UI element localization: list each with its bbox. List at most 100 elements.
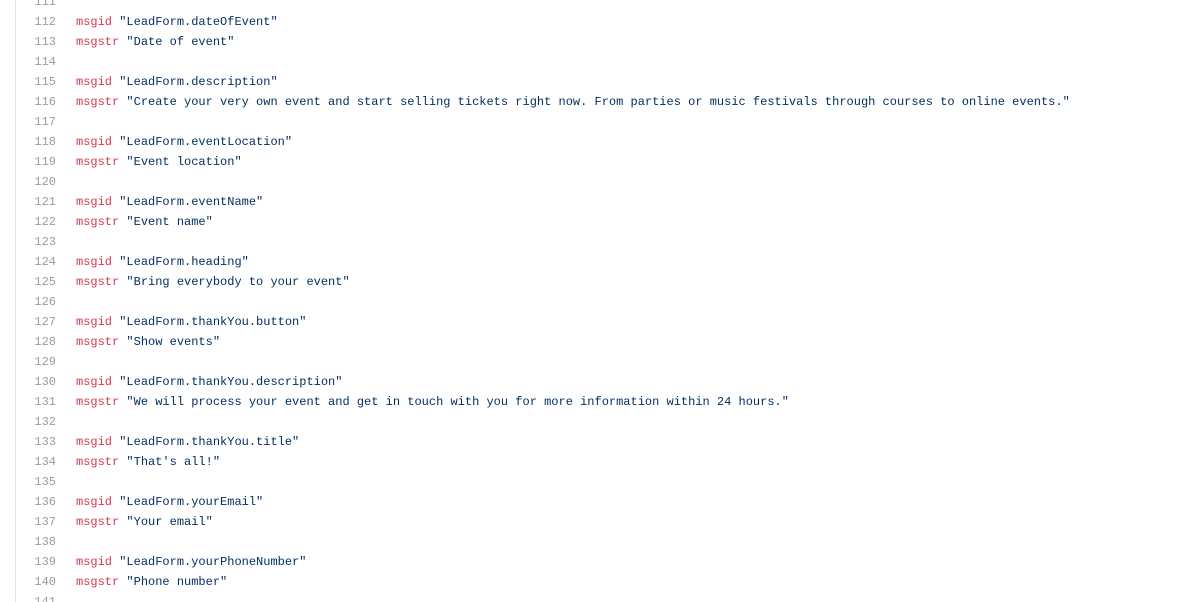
line-content: msgstr "That's all!"	[56, 452, 220, 472]
code-line: 123	[16, 232, 1199, 252]
code-line: 113 msgstr "Date of event"	[16, 32, 1199, 52]
po-string: "Event location"	[126, 155, 242, 169]
line-content: msgid "LeadForm.eventLocation"	[56, 132, 292, 152]
code-line: 121 msgid "LeadForm.eventName"	[16, 192, 1199, 212]
po-string: "LeadForm.description"	[119, 75, 278, 89]
line-number[interactable]: 127	[16, 312, 56, 332]
line-content: msgid "LeadForm.thankYou.button"	[56, 312, 306, 332]
line-number[interactable]: 123	[16, 232, 56, 252]
line-number[interactable]: 134	[16, 452, 56, 472]
po-string: "Show events"	[126, 335, 221, 349]
code-line: 132	[16, 412, 1199, 432]
line-content: msgstr "Create your very own event and s…	[56, 92, 1070, 112]
po-keyword: msgid	[76, 255, 113, 269]
po-string: "Your email"	[126, 515, 213, 529]
po-keyword: msgstr	[76, 35, 120, 49]
line-content	[56, 52, 76, 72]
po-string: "LeadForm.eventName"	[119, 195, 264, 209]
line-number[interactable]: 115	[16, 72, 56, 92]
code-line: 139 msgid "LeadForm.yourPhoneNumber"	[16, 552, 1199, 572]
line-content	[56, 592, 76, 602]
line-content: msgid "LeadForm.thankYou.title"	[56, 432, 299, 452]
line-content: msgid "LeadForm.heading"	[56, 252, 249, 272]
code-line: 118 msgid "LeadForm.eventLocation"	[16, 132, 1199, 152]
line-number[interactable]: 140	[16, 572, 56, 592]
line-content: msgid "LeadForm.thankYou.description"	[56, 372, 342, 392]
po-string: "Create your very own event and start se…	[126, 95, 1070, 109]
line-number[interactable]: 141	[16, 592, 56, 602]
po-string: "Bring everybody to your event"	[126, 275, 350, 289]
line-number[interactable]: 111	[16, 0, 56, 12]
line-content: msgid "LeadForm.eventName"	[56, 192, 263, 212]
line-number[interactable]: 122	[16, 212, 56, 232]
po-keyword: msgstr	[76, 455, 120, 469]
code-line: 128 msgstr "Show events"	[16, 332, 1199, 352]
line-number[interactable]: 112	[16, 12, 56, 32]
line-number[interactable]: 117	[16, 112, 56, 132]
po-keyword: msgstr	[76, 335, 120, 349]
code-line: 137 msgstr "Your email"	[16, 512, 1199, 532]
code-line: 138	[16, 532, 1199, 552]
line-number[interactable]: 116	[16, 92, 56, 112]
line-number[interactable]: 136	[16, 492, 56, 512]
line-number[interactable]: 113	[16, 32, 56, 52]
line-content	[56, 412, 76, 432]
line-number[interactable]: 120	[16, 172, 56, 192]
line-number[interactable]: 119	[16, 152, 56, 172]
po-string: "LeadForm.heading"	[119, 255, 249, 269]
po-keyword: msgid	[76, 435, 113, 449]
code-line: 130 msgid "LeadForm.thankYou.description"	[16, 372, 1199, 392]
po-string: "LeadForm.eventLocation"	[119, 135, 293, 149]
po-string: "LeadForm.thankYou.button"	[119, 315, 307, 329]
code-line: 115 msgid "LeadForm.description"	[16, 72, 1199, 92]
line-number[interactable]: 125	[16, 272, 56, 292]
line-number[interactable]: 129	[16, 352, 56, 372]
po-string: "That's all!"	[126, 455, 221, 469]
code-line: 125 msgstr "Bring everybody to your event…	[16, 272, 1199, 292]
line-number[interactable]: 126	[16, 292, 56, 312]
line-number[interactable]: 128	[16, 332, 56, 352]
line-number[interactable]: 135	[16, 472, 56, 492]
code-line: 114	[16, 52, 1199, 72]
line-content: msgid "LeadForm.description"	[56, 72, 278, 92]
code-line: 140 msgstr "Phone number"	[16, 572, 1199, 592]
line-content: msgstr "Show events"	[56, 332, 220, 352]
line-number[interactable]: 133	[16, 432, 56, 452]
line-number[interactable]: 137	[16, 512, 56, 532]
po-string: "Phone number"	[126, 575, 228, 589]
line-number[interactable]: 139	[16, 552, 56, 572]
po-keyword: msgid	[76, 75, 113, 89]
line-number[interactable]: 124	[16, 252, 56, 272]
po-string: "Date of event"	[126, 35, 235, 49]
code-line: 119 msgstr "Event location"	[16, 152, 1199, 172]
po-keyword: msgid	[76, 135, 113, 149]
po-keyword: msgstr	[76, 215, 120, 229]
po-string: "LeadForm.thankYou.description"	[119, 375, 343, 389]
line-number[interactable]: 118	[16, 132, 56, 152]
line-number[interactable]: 130	[16, 372, 56, 392]
line-number[interactable]: 132	[16, 412, 56, 432]
line-content	[56, 172, 76, 192]
line-number[interactable]: 121	[16, 192, 56, 212]
po-string: "LeadForm.yourPhoneNumber"	[119, 555, 307, 569]
code-line: 122 msgstr "Event name"	[16, 212, 1199, 232]
code-line: 116 msgstr "Create your very own event an…	[16, 92, 1199, 112]
po-string: "We will process your event and get in t…	[126, 395, 789, 409]
po-keyword: msgstr	[76, 515, 120, 529]
line-content: msgstr "Date of event"	[56, 32, 234, 52]
line-content: msgstr "Event name"	[56, 212, 213, 232]
code-line: 120	[16, 172, 1199, 192]
po-keyword: msgid	[76, 15, 113, 29]
po-keyword: msgid	[76, 495, 113, 509]
line-number[interactable]: 138	[16, 532, 56, 552]
code-lines: 111 112 msgid "LeadForm.dateOfEvent" 113 msg…	[16, 0, 1199, 602]
line-number[interactable]: 131	[16, 392, 56, 412]
po-keyword: msgstr	[76, 95, 120, 109]
line-content	[56, 532, 76, 552]
po-keyword: msgid	[76, 375, 113, 389]
po-string: "Event name"	[126, 215, 213, 229]
line-content: msgstr "Your email"	[56, 512, 213, 532]
line-number[interactable]: 114	[16, 52, 56, 72]
code-view: 111 112 msgid "LeadForm.dateOfEvent" 113 msg…	[15, 0, 1199, 602]
po-keyword: msgid	[76, 555, 113, 569]
